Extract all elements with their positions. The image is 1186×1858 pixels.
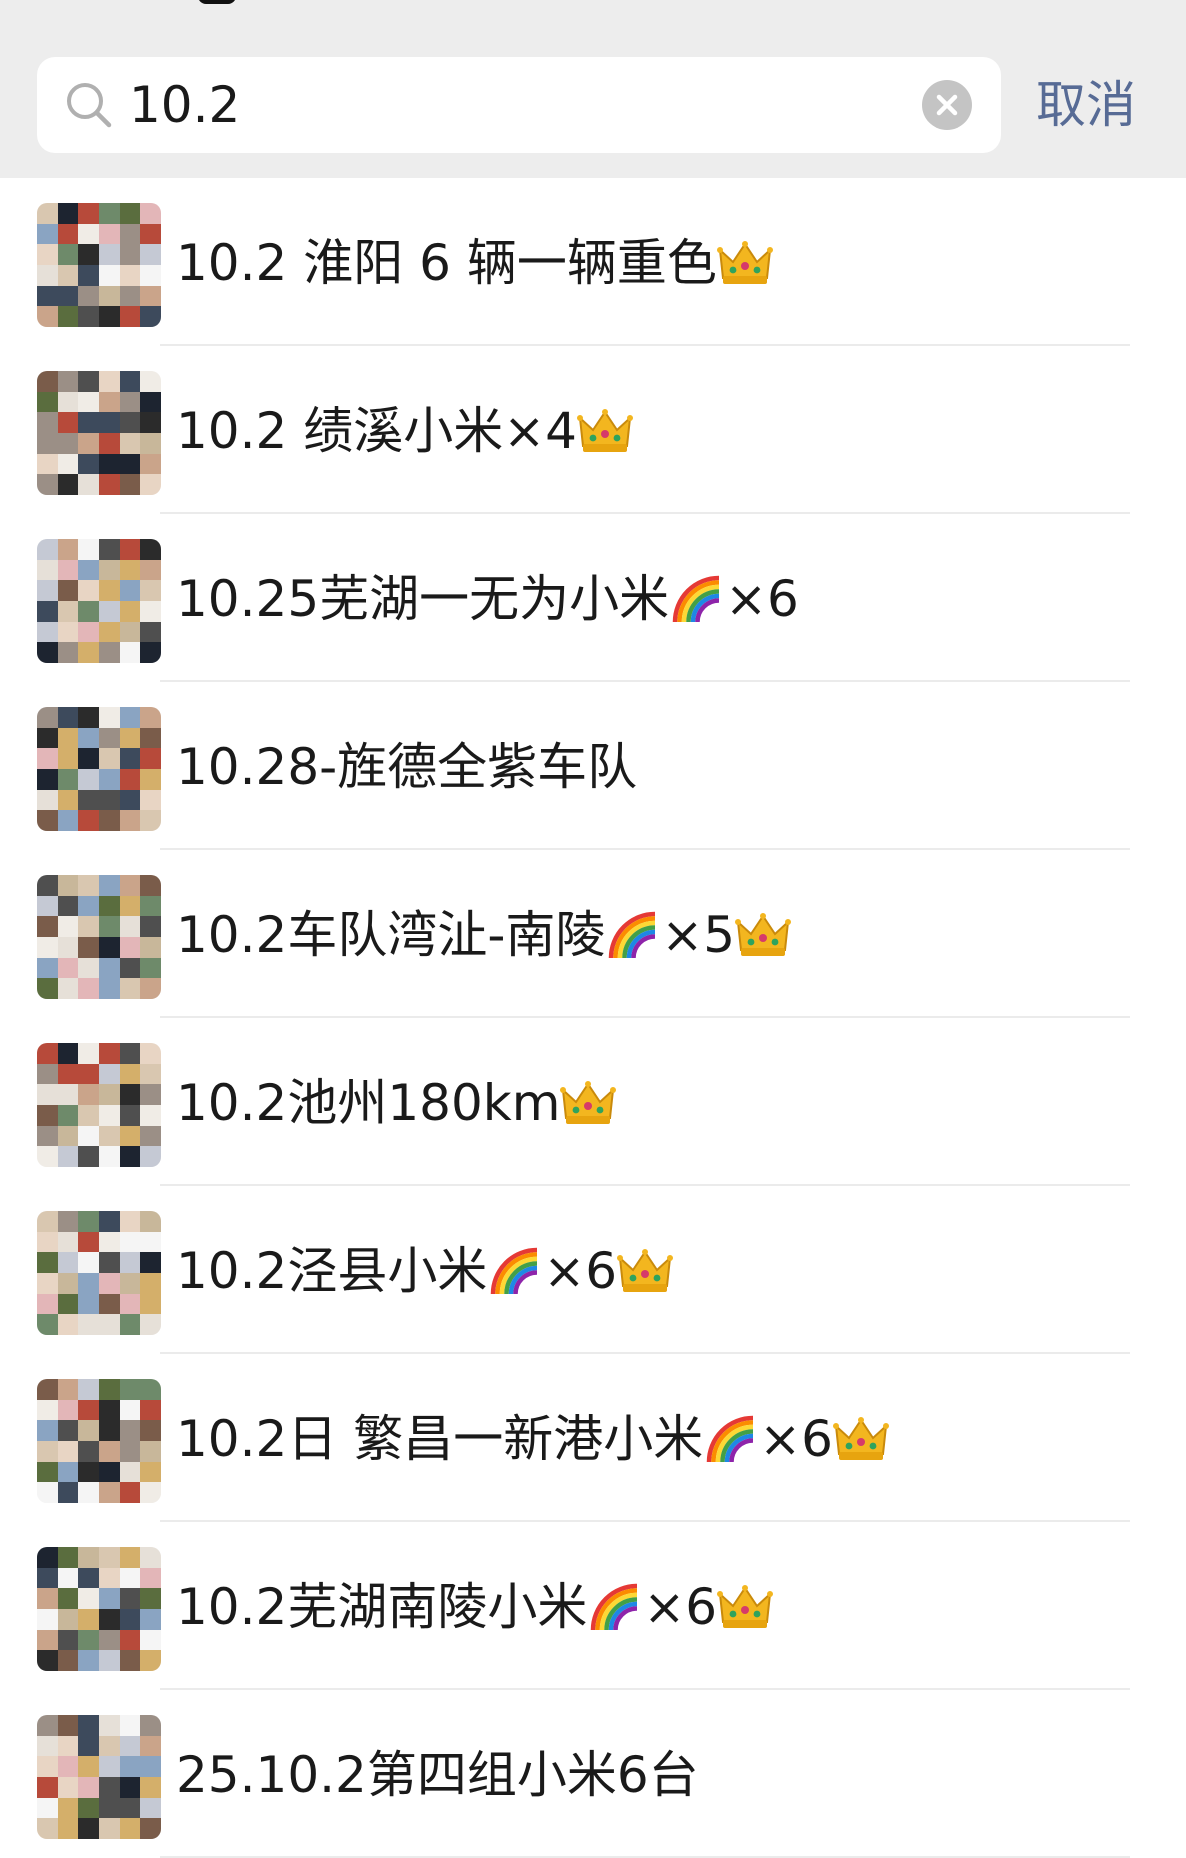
search-result-item[interactable]: 10.28-旌德全紫车队 [0,682,1186,850]
result-title-text: 10.2车队湾沚-南陵 [176,906,606,964]
search-result-item[interactable]: 10.2芜湖南陵小米 ×6 [0,1522,1186,1690]
search-result-item[interactable]: 25.10.2第四组小米6台 [0,1690,1186,1858]
result-title: 25.10.2第四组小米6台 [176,1742,699,1808]
result-title: 10.2池州180km [176,1070,617,1136]
rainbow-icon [605,910,661,960]
rainbow-icon [487,1246,543,1296]
group-avatar [37,1547,161,1671]
group-avatar [37,539,161,663]
cancel-button[interactable]: 取消 [1036,70,1136,140]
search-input[interactable] [129,71,909,139]
result-title-text: 10.2芜湖南陵小米 [176,1578,588,1636]
rainbow-icon [587,1582,643,1632]
search-result-item[interactable]: 10.2池州180km [0,1018,1186,1186]
result-title-text: 10.2 淮阳 6 辆一辆重色 [176,234,717,292]
search-box[interactable] [37,57,1001,153]
rainbow-icon [703,1414,759,1464]
result-title: 10.2车队湾沚-南陵 ×5 [176,902,792,968]
result-title-text: 25.10.2第四组小米6台 [176,1746,699,1804]
crown-icon [717,1582,774,1632]
result-title-text: 10.2日 繁昌一新港小米 [176,1410,704,1468]
search-result-item[interactable]: 10.25芜湖一无为小米 ×6 [0,514,1186,682]
rainbow-icon [669,574,725,624]
result-title-text: 10.28-旌德全紫车队 [176,738,638,796]
result-title: 10.2 淮阳 6 辆一辆重色 [176,230,773,296]
search-results-list: 10.2 淮阳 6 辆一辆重色 10.2 绩溪小米×4 10.25芜湖一无为小米 ×6… [0,178,1186,1858]
search-icon [67,83,112,128]
search-result-item[interactable]: 10.2 淮阳 6 辆一辆重色 [0,178,1186,346]
search-result-item[interactable]: 10.2日 繁昌一新港小米 ×6 [0,1354,1186,1522]
group-avatar [37,707,161,831]
crown-icon [735,910,792,960]
group-avatar [37,203,161,327]
group-avatar [37,1043,161,1167]
result-title-text: ×6 [643,1578,718,1636]
result-title-text: ×6 [543,1242,618,1300]
search-result-item[interactable]: 10.2 绩溪小米×4 [0,346,1186,514]
result-title-text: ×6 [759,1410,833,1468]
crown-icon [560,1078,617,1128]
result-title: 10.25芜湖一无为小米 ×6 [176,566,799,632]
result-title: 10.2 绩溪小米×4 [176,398,633,464]
result-title-text: ×5 [661,906,736,964]
group-avatar [37,1715,161,1839]
result-title-text: 10.2泾县小米 [176,1242,488,1300]
result-title-text: 10.2池州180km [176,1074,561,1132]
result-title-text: 10.2 绩溪小米×4 [176,402,577,460]
search-result-item[interactable]: 10.2车队湾沚-南陵 ×5 [0,850,1186,1018]
crown-icon [716,238,773,288]
search-header: 取消 [0,0,1186,178]
result-title-text: 10.25芜湖一无为小米 [176,570,670,628]
status-bar-fragment [198,0,236,4]
result-title-text: ×6 [725,570,799,628]
group-avatar [37,371,161,495]
crown-icon [576,406,633,456]
clear-search-icon[interactable] [922,80,972,130]
result-title: 10.2芜湖南陵小米 ×6 [176,1574,774,1640]
group-avatar [37,1211,161,1335]
group-avatar [37,875,161,999]
result-title: 10.28-旌德全紫车队 [176,734,637,800]
crown-icon [617,1246,674,1296]
result-title: 10.2泾县小米 ×6 [176,1238,674,1304]
search-result-item[interactable]: 10.2泾县小米 ×6 [0,1186,1186,1354]
result-title: 10.2日 繁昌一新港小米 ×6 [176,1406,889,1472]
group-avatar [37,1379,161,1503]
crown-icon [832,1414,889,1464]
